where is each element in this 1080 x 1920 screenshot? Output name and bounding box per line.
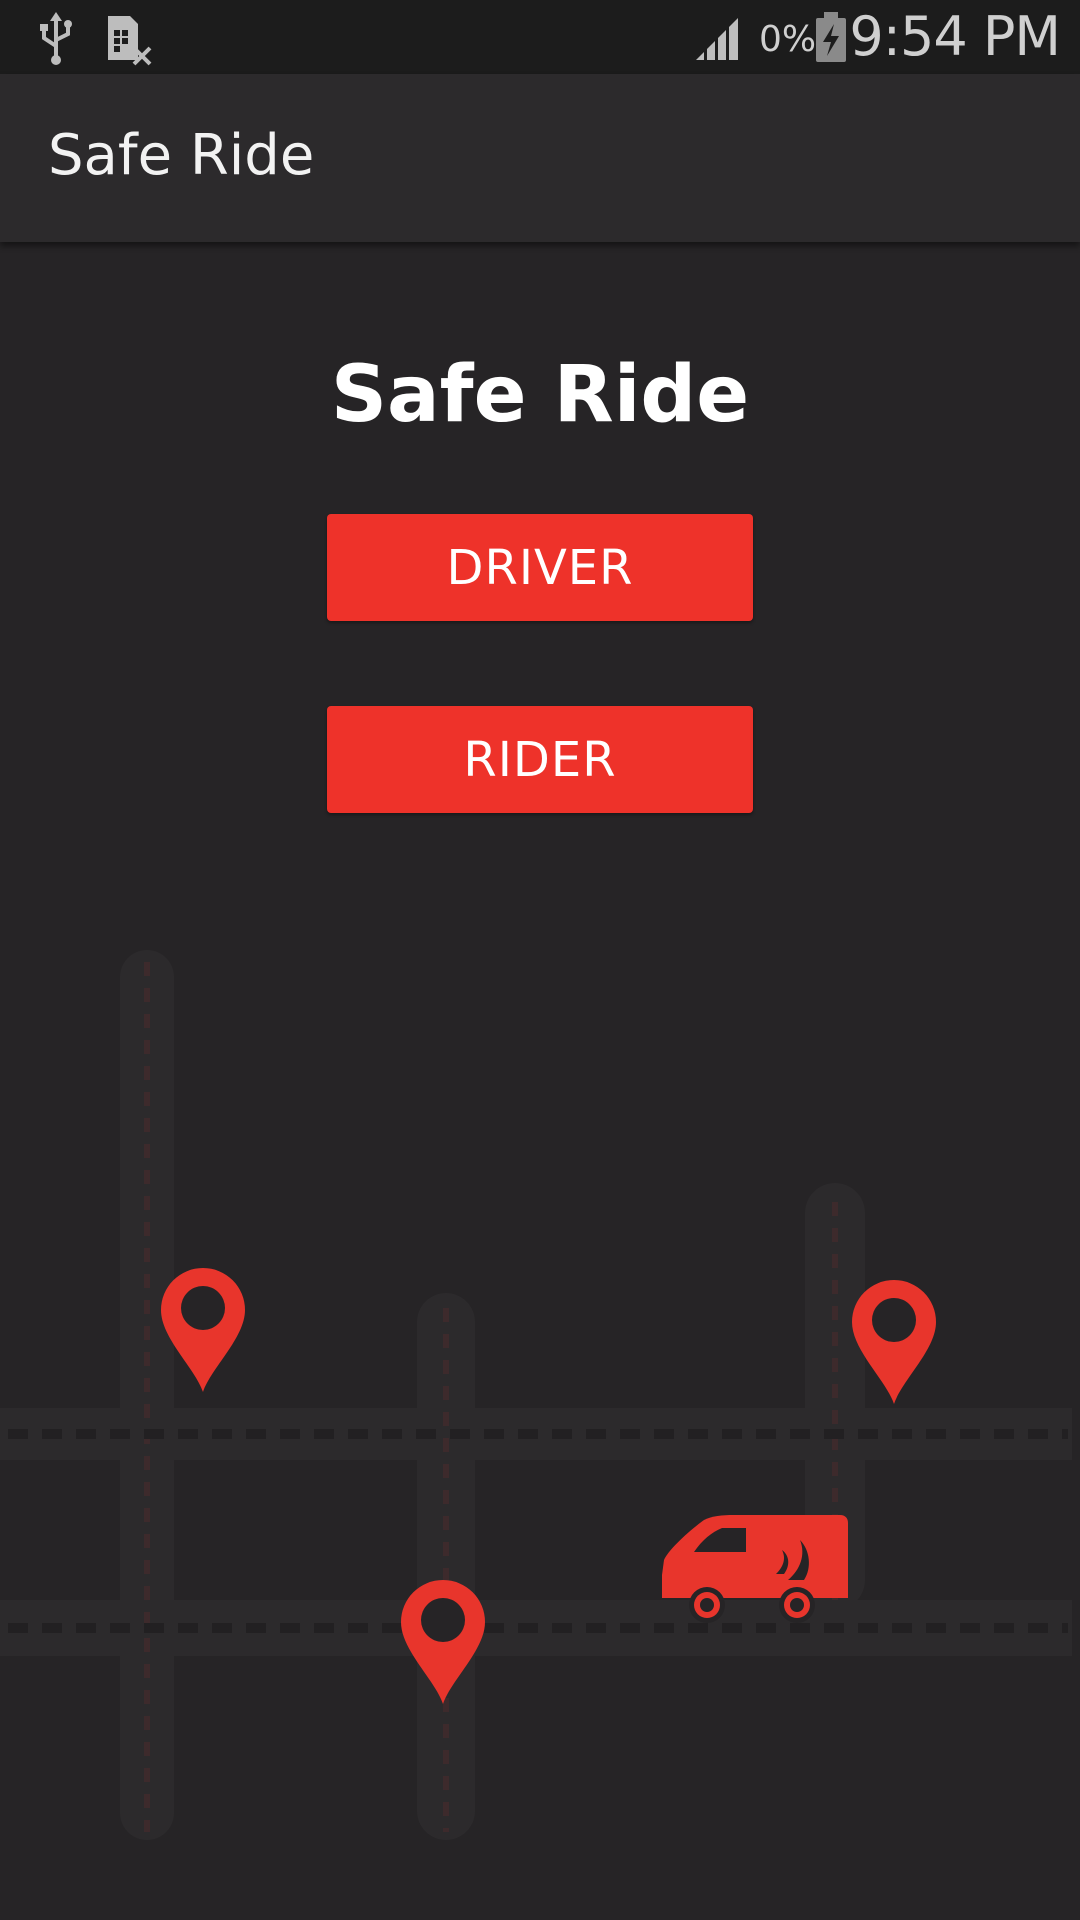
rider-button[interactable]: RIDER xyxy=(327,706,753,813)
sim-missing-icon xyxy=(108,16,152,66)
signal-icon xyxy=(696,18,738,60)
road-vertical-1 xyxy=(120,950,174,1840)
app-bar: Safe Ride xyxy=(0,74,1080,242)
battery-charging-icon xyxy=(816,12,846,62)
status-bar: 0% 9:54 PM xyxy=(0,0,1080,74)
status-time: 9:54 PM xyxy=(849,5,1061,68)
map-illustration xyxy=(0,950,1072,1840)
page-title: Safe Ride xyxy=(330,350,750,440)
roads xyxy=(0,950,1072,1840)
battery-percent: 0% xyxy=(759,19,817,60)
usb-icon xyxy=(40,12,72,65)
driver-button[interactable]: DRIVER xyxy=(327,514,753,621)
app-bar-title: Safe Ride xyxy=(48,123,315,188)
